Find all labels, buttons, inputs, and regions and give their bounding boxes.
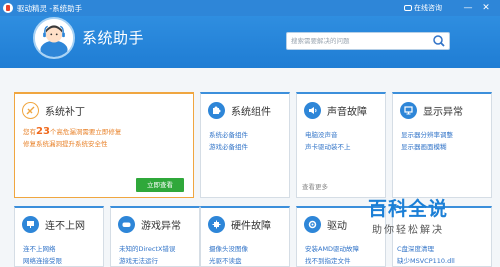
watermark-title: 百科全说 [368,198,449,220]
card-no-network[interactable]: 连不上网 连不上网络 网络连接受限 [14,206,104,267]
chip-icon [208,216,225,233]
card-system-patch[interactable]: 系统补丁 您有23个高危漏洞需要立即修复 修复系统漏洞提升系统安全性 立即查看 [14,92,194,198]
view-now-button[interactable]: 立即查看 [136,178,184,192]
assistant-avatar [33,17,75,59]
watermark: 百科全说 助你轻松解决 [352,190,500,250]
link-no-sound[interactable]: 电脑没声音 [305,129,351,141]
search-box [286,32,450,50]
watermark-subtitle: 助你轻松解决 [372,225,444,236]
card-title: 游戏异常 [141,221,181,232]
search-button[interactable] [431,34,447,48]
puzzle-icon [208,102,225,119]
assistant-face-icon [35,19,73,57]
online-help-link[interactable]: 在线咨询 [404,3,442,13]
card-title: 连不上网 [45,221,85,232]
gear-icon [304,216,321,233]
patch-description: 修复系统漏洞提升系统安全性 [23,140,108,148]
card-display-abnormal[interactable]: 显示异常 显示器分辨率调整 显示器画面模糊 [392,92,492,198]
card-sound-fault[interactable]: 声音故障 电脑没声音 声卡驱动装不上 查看更多 [296,92,386,198]
card-hardware-fault[interactable]: 硬件故障 摄像头没图像 光驱不读盘 [200,206,290,267]
search-icon [433,35,445,47]
card-title: 驱动 [327,221,347,232]
view-more-link[interactable]: 查看更多 [302,181,328,191]
patch-summary: 您有23个高危漏洞需要立即修复 [23,126,122,137]
monitor-icon [400,102,417,119]
card-title: 系统补丁 [45,107,85,118]
speaker-icon [304,102,321,119]
close-button[interactable]: ✕ [480,2,492,14]
link-missing-msvcp[interactable]: 缺少MSVCP110.dll [397,255,455,267]
page-title: 系统助手 [82,29,145,47]
window-title: 驱动精灵 -系统助手 [17,3,83,13]
card-game-abnormal[interactable]: 游戏异常 未知的DirectX错误 游戏无法运行 [110,206,200,267]
link-limited-connection[interactable]: 网络连接受限 [23,255,62,267]
network-icon [22,216,39,233]
link-system-components[interactable]: 系统必备组件 [209,129,248,141]
link-cannot-connect[interactable]: 连不上网络 [23,243,62,255]
link-directx-error[interactable]: 未知的DirectX错误 [119,243,175,255]
minimize-button[interactable]: — [462,2,474,14]
link-sound-driver[interactable]: 声卡驱动装不上 [305,141,351,153]
link-resolution[interactable]: 显示器分辨率调整 [401,129,453,141]
link-file-not-found[interactable]: 找不到指定文件 [305,255,359,267]
search-input[interactable] [287,33,425,49]
link-cdrom-not-reading[interactable]: 光驱不读盘 [209,255,248,267]
card-title: 系统组件 [231,107,271,118]
card-system-components[interactable]: 系统组件 系统必备组件 游戏必备组件 [200,92,290,198]
patch-icon [22,102,39,119]
title-bar: 驱动精灵 -系统助手 在线咨询 — ✕ [0,0,500,16]
link-amd-driver[interactable]: 安装AMD驱动故障 [305,243,359,255]
link-blurry-screen[interactable]: 显示器画面模糊 [401,141,453,153]
card-title: 硬件故障 [231,221,271,232]
header: 系统助手 [0,16,500,68]
card-title: 显示异常 [423,107,463,118]
online-help-label: 在线咨询 [414,4,442,12]
link-game-components[interactable]: 游戏必备组件 [209,141,248,153]
link-camera-no-image[interactable]: 摄像头没图像 [209,243,248,255]
link-game-wont-run[interactable]: 游戏无法运行 [119,255,175,267]
app-logo-icon [3,3,13,13]
gamepad-icon [118,216,135,233]
chat-icon [404,5,412,11]
card-title: 声音故障 [327,107,367,118]
